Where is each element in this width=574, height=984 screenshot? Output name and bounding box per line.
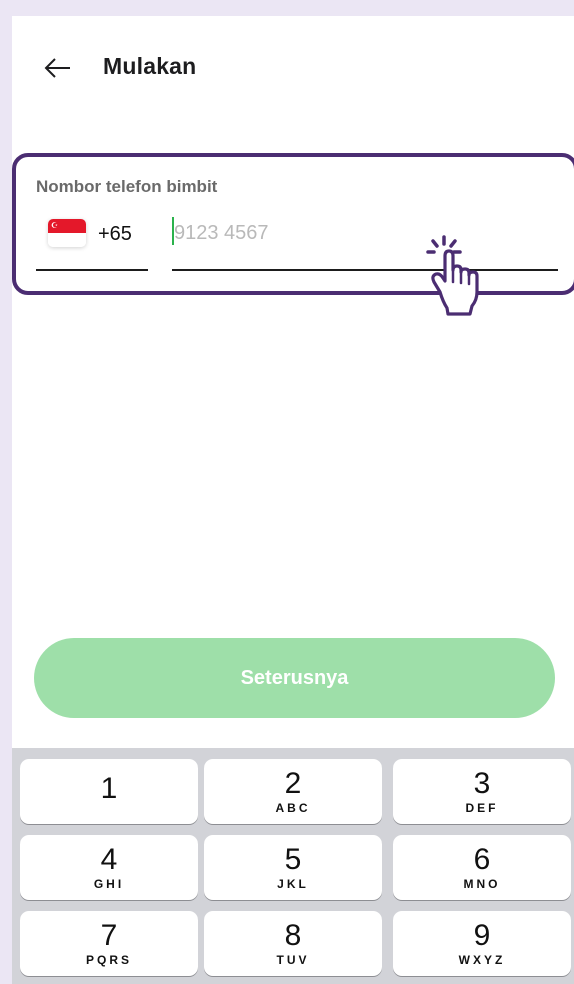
key-digit: 5 — [284, 843, 302, 876]
key-letters: JKL — [277, 877, 309, 891]
key-letters: GHI — [93, 877, 125, 891]
singapore-flag-icon: ☪ — [48, 219, 86, 247]
key-7[interactable]: 7 PQRS — [20, 911, 198, 976]
phone-number-input[interactable] — [174, 215, 554, 251]
key-4[interactable]: 4 GHI — [20, 835, 198, 900]
hand-pointer-click-icon — [426, 235, 479, 316]
key-5[interactable]: 5 JKL — [204, 835, 382, 900]
key-8[interactable]: 8 TUV — [204, 911, 382, 976]
continue-button[interactable]: Seterusnya — [34, 638, 555, 718]
key-digit: 1 — [100, 771, 118, 805]
app-screen: Mulakan Nombor telefon bimbit ☪ +65 9123… — [12, 0, 574, 984]
key-3[interactable]: 3 DEF — [393, 759, 571, 824]
country-code-selector[interactable]: ☪ +65 — [36, 215, 148, 275]
header: Mulakan — [12, 16, 574, 116]
country-underline — [36, 269, 148, 271]
key-letters: TUV — [276, 953, 310, 967]
key-letters: PQRS — [85, 953, 132, 967]
back-button[interactable] — [40, 52, 76, 84]
key-digit: 4 — [100, 843, 118, 876]
key-1[interactable]: 1 — [20, 759, 198, 824]
key-6[interactable]: 6 MNO — [393, 835, 571, 900]
key-letters: MNO — [463, 877, 501, 891]
page-title: Mulakan — [103, 53, 197, 79]
key-digit: 6 — [473, 843, 491, 876]
phone-input-container — [172, 215, 560, 275]
arrow-left-icon — [44, 58, 70, 78]
key-2[interactable]: 2 ABC — [204, 759, 382, 824]
key-9[interactable]: 9 WXYZ — [393, 911, 571, 976]
key-letters: ABC — [275, 801, 311, 815]
key-letters: DEF — [465, 801, 499, 815]
top-edge — [0, 0, 574, 16]
key-digit: 3 — [473, 767, 491, 800]
key-letters: WXYZ — [458, 953, 506, 967]
key-digit: 9 — [473, 919, 491, 952]
phone-underline — [172, 269, 558, 271]
numeric-keypad: 1 2 ABC 3 DEF 4 GHI 5 JKL 6 MNO 7 PQRS 8… — [12, 748, 574, 984]
key-digit: 2 — [284, 767, 302, 800]
key-digit: 8 — [284, 919, 302, 952]
dial-code: +65 — [98, 223, 132, 245]
phone-field-label: Nombor telefon bimbit — [36, 177, 218, 196]
key-digit: 7 — [100, 919, 118, 952]
